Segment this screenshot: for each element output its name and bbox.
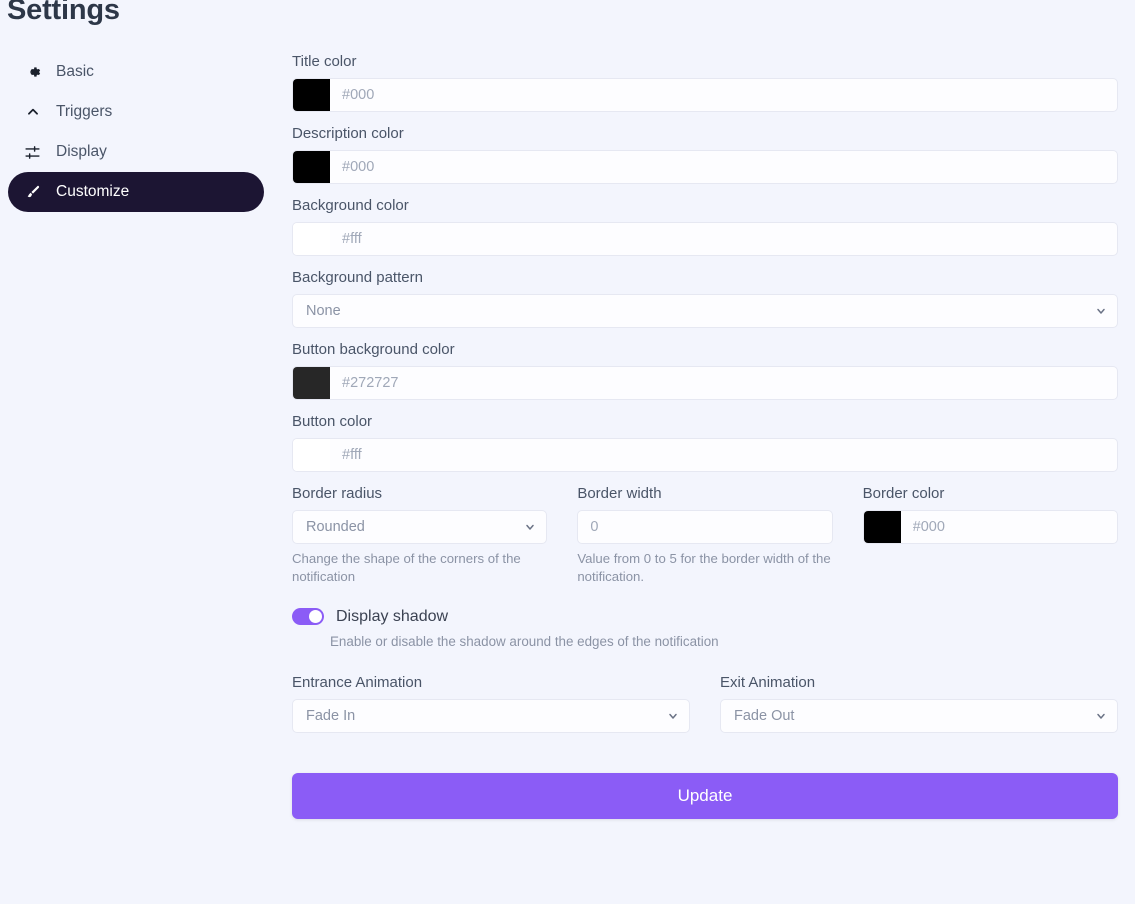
sidebar-item-basic[interactable]: Basic <box>8 52 264 92</box>
field-border-color: Border color <box>862 484 1118 586</box>
field-button-background-color: Button background color <box>292 340 1118 400</box>
button-background-color-swatch[interactable] <box>293 367 330 399</box>
button-background-color-input[interactable] <box>330 367 1117 399</box>
field-exit-animation: Exit Animation Fade Out <box>720 673 1118 733</box>
border-width-label: Border width <box>577 485 662 502</box>
field-display-shadow: Display shadow Enable or disable the sha… <box>292 608 1118 651</box>
background-color-input[interactable] <box>330 223 1117 255</box>
description-color-input-group <box>292 150 1118 184</box>
settings-sidebar: Basic Triggers Display Customize <box>8 52 264 212</box>
background-pattern-select-wrap: None <box>292 294 1118 328</box>
sidebar-item-label: Triggers <box>56 103 113 121</box>
title-color-label: Title color <box>292 53 357 70</box>
button-color-input-group <box>292 438 1118 472</box>
sidebar-item-label: Display <box>56 143 107 161</box>
gear-icon <box>24 64 41 81</box>
border-color-input[interactable] <box>900 511 1117 543</box>
toggle-knob <box>309 610 322 623</box>
display-shadow-toggle[interactable] <box>292 608 324 625</box>
animation-settings-row: Entrance Animation Fade In Exit Animatio… <box>292 673 1118 733</box>
field-background-color: Background color <box>292 196 1118 256</box>
exit-animation-label: Exit Animation <box>720 674 816 691</box>
border-radius-helper: Change the shape of the corners of the n… <box>292 551 521 584</box>
button-color-swatch[interactable] <box>293 439 330 471</box>
exit-animation-select[interactable]: Fade Out <box>720 699 1118 733</box>
update-button[interactable]: Update <box>292 773 1118 819</box>
field-description-color: Description color <box>292 124 1118 184</box>
sidebar-item-label: Customize <box>56 183 130 201</box>
title-color-input[interactable] <box>330 79 1117 111</box>
display-shadow-toggle-row: Display shadow <box>292 608 1118 625</box>
background-pattern-select[interactable]: None <box>292 294 1118 328</box>
entrance-animation-select[interactable]: Fade In <box>292 699 690 733</box>
button-background-color-label: Button background color <box>292 341 455 358</box>
border-radius-select[interactable]: Rounded <box>292 510 548 544</box>
entrance-animation-label: Entrance Animation <box>292 674 423 691</box>
exit-animation-select-wrap: Fade Out <box>720 699 1118 733</box>
border-radius-label: Border radius <box>292 485 383 502</box>
sidebar-item-label: Basic <box>56 63 94 81</box>
border-color-swatch[interactable] <box>863 511 901 543</box>
description-color-swatch[interactable] <box>293 151 330 183</box>
border-width-input[interactable] <box>578 511 832 543</box>
sliders-icon <box>24 144 41 161</box>
description-color-input[interactable] <box>330 151 1117 183</box>
background-color-input-group <box>292 222 1118 256</box>
field-title-color: Title color <box>292 52 1118 112</box>
button-color-input[interactable] <box>330 439 1117 471</box>
background-pattern-label: Background pattern <box>292 269 423 286</box>
paintbrush-icon <box>24 184 41 201</box>
page-title: Settings <box>7 0 120 26</box>
border-radius-select-wrap: Rounded <box>292 510 548 544</box>
sidebar-item-display[interactable]: Display <box>8 132 264 172</box>
background-color-swatch[interactable] <box>293 223 330 255</box>
display-shadow-label: Display shadow <box>336 607 449 625</box>
customize-settings-form: Title color Description color Background… <box>292 52 1118 819</box>
border-width-input-group <box>577 510 833 544</box>
border-color-input-group <box>862 510 1118 544</box>
field-background-pattern: Background pattern None <box>292 268 1118 328</box>
background-color-label: Background color <box>292 197 409 214</box>
button-background-color-input-group <box>292 366 1118 400</box>
description-color-label: Description color <box>292 125 404 142</box>
chevron-up-icon <box>24 104 41 121</box>
border-width-helper: Value from 0 to 5 for the border width o… <box>577 551 831 584</box>
field-border-radius: Border radius Rounded Change the shape o… <box>292 484 548 586</box>
title-color-input-group <box>292 78 1118 112</box>
entrance-animation-select-wrap: Fade In <box>292 699 690 733</box>
field-border-width: Border width Value from 0 to 5 for the b… <box>577 484 833 586</box>
border-settings-row: Border radius Rounded Change the shape o… <box>292 484 1118 586</box>
border-color-label: Border color <box>862 485 945 502</box>
display-shadow-helper: Enable or disable the shadow around the … <box>330 634 719 649</box>
sidebar-item-triggers[interactable]: Triggers <box>8 92 264 132</box>
field-entrance-animation: Entrance Animation Fade In <box>292 673 690 733</box>
button-color-label: Button color <box>292 413 373 430</box>
field-button-color: Button color <box>292 412 1118 472</box>
sidebar-item-customize[interactable]: Customize <box>8 172 264 212</box>
title-color-swatch[interactable] <box>293 79 330 111</box>
